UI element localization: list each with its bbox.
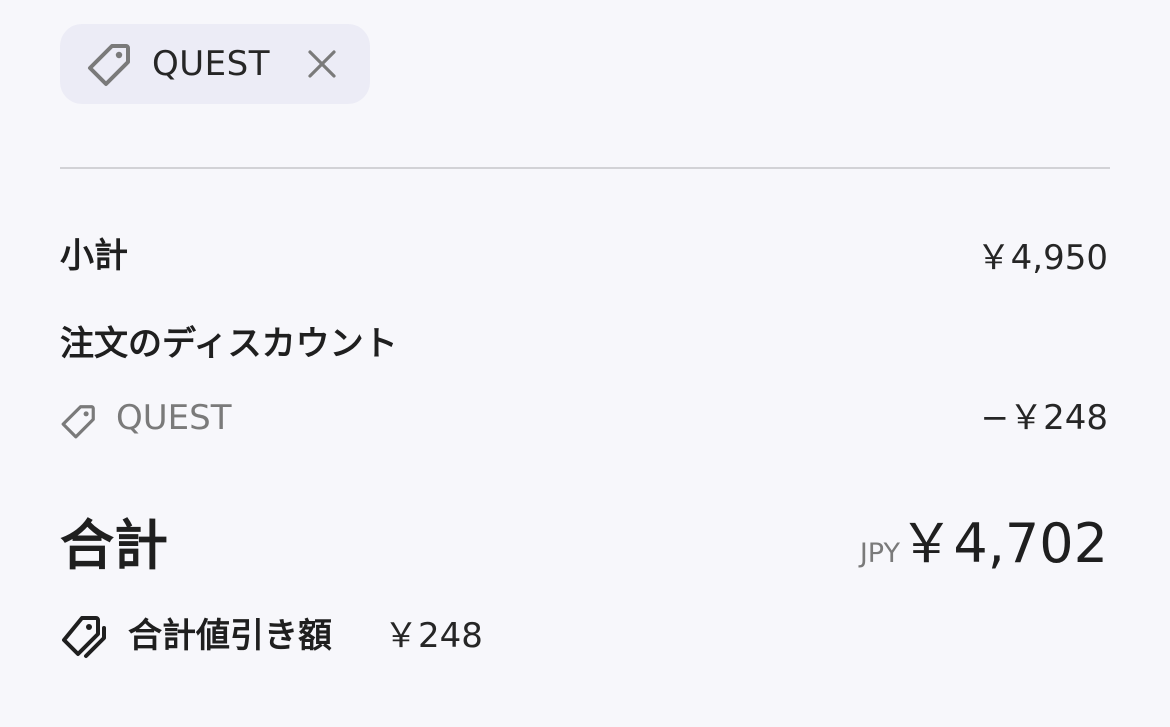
order-discount-label: 注文のディスカウント xyxy=(60,324,398,364)
divider xyxy=(60,167,1110,169)
tags-icon xyxy=(62,616,106,658)
tag-icon xyxy=(88,44,130,86)
order-summary: QUEST 小計 ￥4,950 注文のディスカウント QUEST −￥248 合… xyxy=(0,0,1170,727)
discount-code: QUEST xyxy=(116,398,232,438)
close-icon[interactable] xyxy=(304,46,340,82)
total-savings-label: 合計値引き額 xyxy=(128,616,332,656)
total-savings-value: ￥248 xyxy=(384,616,483,656)
discount-code-chip: QUEST xyxy=(60,24,370,104)
discount-code-label: QUEST xyxy=(152,44,270,84)
currency-code: JPY xyxy=(859,538,900,569)
total-value: ￥4,702 xyxy=(899,512,1108,575)
subtotal-label: 小計 xyxy=(60,236,128,276)
total-label: 合計 xyxy=(60,514,168,577)
subtotal-value: ￥4,950 xyxy=(976,238,1108,278)
discount-value: −￥248 xyxy=(980,398,1108,438)
tag-icon xyxy=(61,405,95,439)
